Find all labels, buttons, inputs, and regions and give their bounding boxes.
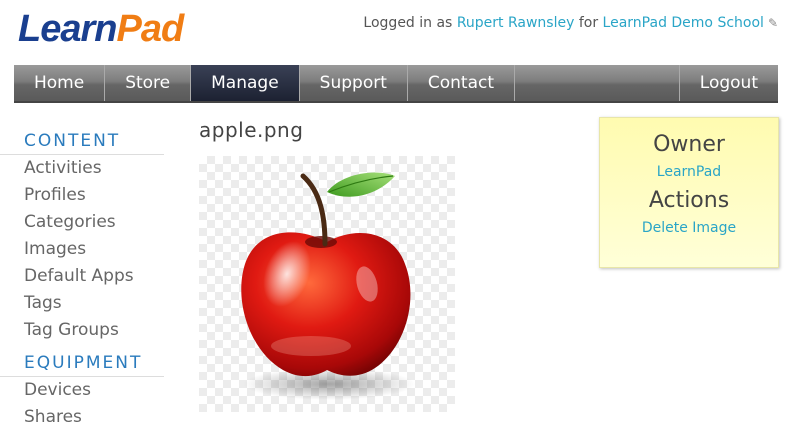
delete-image-link[interactable]: Delete Image <box>600 220 778 236</box>
image-preview <box>199 156 455 412</box>
sidebar-item-categories[interactable]: Categories <box>0 209 164 236</box>
sidebar-item-shares[interactable]: Shares <box>0 404 164 431</box>
apple-image <box>241 172 415 400</box>
main-nav: Home Store Manage Support Contact Logout <box>14 65 778 103</box>
learnpad-logo[interactable]: LearnPad <box>18 8 184 51</box>
nav-contact[interactable]: Contact <box>408 65 516 101</box>
actions-heading: Actions <box>648 188 730 213</box>
nav-home[interactable]: Home <box>14 65 106 101</box>
sidebar-item-tags[interactable]: Tags <box>0 290 164 317</box>
nav-manage[interactable]: Manage <box>191 65 300 101</box>
sidebar-heading-equipment: EQUIPMENT <box>0 352 164 377</box>
sidebar-item-default-apps[interactable]: Default Apps <box>0 263 164 290</box>
sidebar-item-devices[interactable]: Devices <box>0 377 164 404</box>
sidebar-heading-content: CONTENT <box>0 130 164 155</box>
login-status: Logged in as Rupert Rawnsley for LearnPa… <box>363 15 778 31</box>
login-middle: for <box>578 15 599 31</box>
sidebar: CONTENT Activities Profiles Categories I… <box>0 130 164 431</box>
edit-pencil-icon[interactable]: ✎ <box>768 16 778 30</box>
sidebar-item-activities[interactable]: Activities <box>0 155 164 182</box>
login-prefix: Logged in as <box>363 15 453 31</box>
nav-logout[interactable]: Logout <box>678 65 778 101</box>
school-link[interactable]: LearnPad Demo School <box>603 15 764 31</box>
image-info-panel: Owner LearnPad Actions Delete Image <box>599 117 779 268</box>
logo-pad-text: Pad <box>116 8 184 50</box>
sidebar-item-images[interactable]: Images <box>0 236 164 263</box>
owner-heading: Owner <box>653 132 725 157</box>
sidebar-item-profiles[interactable]: Profiles <box>0 182 164 209</box>
logo-learn-text: Learn <box>18 8 117 50</box>
image-title: apple.png <box>199 118 304 142</box>
nav-support[interactable]: Support <box>300 65 408 101</box>
user-link[interactable]: Rupert Rawnsley <box>457 15 575 31</box>
owner-link[interactable]: LearnPad <box>600 164 778 180</box>
nav-store[interactable]: Store <box>105 65 192 101</box>
sidebar-item-tag-groups[interactable]: Tag Groups <box>0 317 164 344</box>
